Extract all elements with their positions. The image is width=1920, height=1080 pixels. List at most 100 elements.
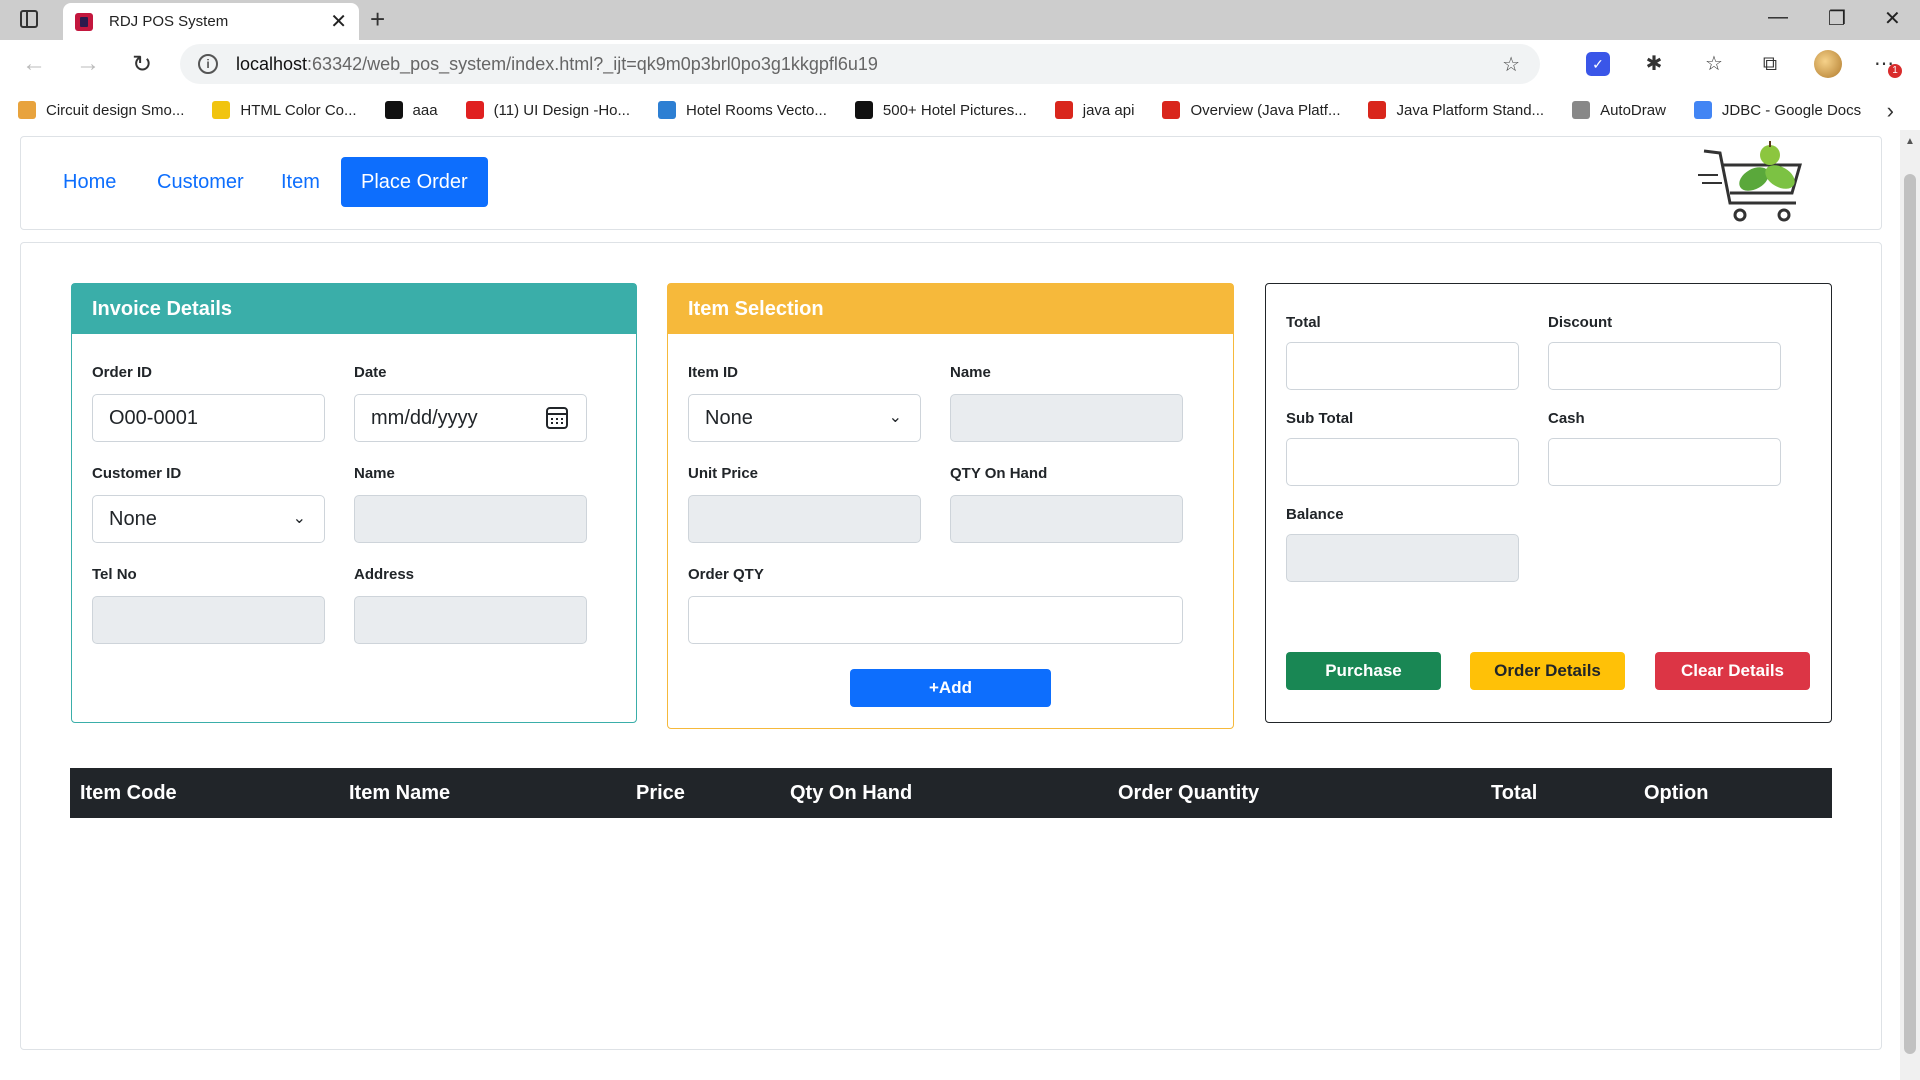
item-id-label: Item ID <box>688 364 739 381</box>
item-name-input <box>950 394 1183 442</box>
extensions-icon[interactable]: ✱ <box>1642 52 1666 76</box>
th-qty-on-hand: Qty On Hand <box>790 782 913 804</box>
bookmark-item[interactable]: Circuit design Smo... <box>18 101 184 119</box>
bookmark-favicon-icon <box>212 101 231 119</box>
item-id-select[interactable]: None ⌄ <box>688 394 921 442</box>
bookmark-item[interactable]: AutoDraw <box>1572 101 1666 119</box>
nav-item[interactable]: Item <box>261 157 340 207</box>
close-tab-icon[interactable]: ✕ <box>330 9 347 34</box>
bookmark-label: Overview (Java Platf... <box>1190 101 1341 119</box>
page-scrollbar[interactable]: ▲ <box>1900 130 1920 1080</box>
customer-name-label: Name <box>354 465 395 482</box>
browser-tab[interactable]: RDJ POS System ✕ <box>63 3 359 40</box>
sidebar-toggle-icon[interactable] <box>20 10 38 28</box>
url-path: :63342/web_pos_system/index.html?_ijt=qk… <box>307 53 878 74</box>
bookmark-item[interactable]: HTML Color Co... <box>212 101 357 119</box>
bookmark-item[interactable]: Java Platform Stand... <box>1368 101 1544 119</box>
bookmark-favicon-icon <box>1368 101 1387 119</box>
calendar-icon[interactable] <box>546 407 568 429</box>
cart-logo-icon <box>1698 141 1802 222</box>
discount-input[interactable] <box>1548 342 1781 390</box>
copilot-icon[interactable]: ✓ <box>1586 52 1610 76</box>
top-navbar: Home Customer Item Place Order <box>20 136 1882 230</box>
forward-icon[interactable]: → <box>76 50 100 78</box>
order-id-input[interactable]: O00-0001 <box>92 394 325 442</box>
restore-icon[interactable]: ❐ <box>1828 6 1846 31</box>
date-placeholder: mm/dd/yyyy <box>371 407 478 429</box>
profile-avatar[interactable] <box>1814 50 1842 78</box>
date-input[interactable]: mm/dd/yyyy <box>354 394 587 442</box>
total-label: Total <box>1286 314 1321 331</box>
bookmark-item[interactable]: Hotel Rooms Vecto... <box>658 101 827 119</box>
bookmark-favicon-icon <box>1162 101 1181 119</box>
add-item-button[interactable]: +Add <box>850 669 1051 707</box>
customer-name-input <box>354 495 587 543</box>
th-item-name: Item Name <box>349 782 451 804</box>
site-info-icon[interactable]: i <box>198 54 218 74</box>
clear-details-button[interactable]: Clear Details <box>1655 652 1810 690</box>
th-price: Price <box>636 782 685 804</box>
customer-id-value: None <box>109 508 157 530</box>
bookmark-favicon-icon <box>854 101 873 119</box>
address-input <box>354 596 587 644</box>
address-bar[interactable]: i localhost:63342/web_pos_system/index.h… <box>180 44 1540 84</box>
scroll-up-icon[interactable]: ▲ <box>1905 136 1915 147</box>
th-order-quantity: Order Quantity <box>1118 782 1260 804</box>
customer-id-label: Customer ID <box>92 465 182 482</box>
bookmark-favicon-icon <box>1054 101 1073 119</box>
invoice-card-title: Invoice Details <box>72 284 636 334</box>
address-label: Address <box>354 566 415 583</box>
unit-price-label: Unit Price <box>688 465 759 482</box>
sub-total-input[interactable] <box>1286 438 1519 486</box>
order-id-label: Order ID <box>92 364 153 381</box>
bookmark-label: aaa <box>412 101 438 119</box>
bookmark-item[interactable]: java api <box>1054 101 1134 119</box>
chevron-down-icon: ⌄ <box>888 409 902 426</box>
scrollbar-thumb[interactable] <box>1904 174 1916 1054</box>
window-close-icon[interactable]: ✕ <box>1884 6 1901 31</box>
cash-label: Cash <box>1548 410 1585 427</box>
bookmarks-more-icon[interactable]: › <box>1887 98 1894 124</box>
order-details-button[interactable]: Order Details <box>1470 652 1625 690</box>
tab-strip: RDJ POS System ✕ + — ❐ ✕ <box>0 0 1920 40</box>
page: Home Customer Item Place Order Invoice D… <box>0 130 1900 1080</box>
bookmark-label: Java Platform Stand... <box>1396 101 1545 119</box>
unit-price-input <box>688 495 921 543</box>
favorites-icon[interactable]: ☆ <box>1702 52 1726 76</box>
cash-input[interactable] <box>1548 438 1781 486</box>
purchase-button[interactable]: Purchase <box>1286 652 1441 690</box>
minimize-icon[interactable]: — <box>1768 6 1788 29</box>
back-icon[interactable]: ← <box>22 50 46 78</box>
nav-place-order[interactable]: Place Order <box>341 157 488 207</box>
discount-label: Discount <box>1548 314 1613 331</box>
item-id-value: None <box>705 407 753 429</box>
favorite-star-icon[interactable]: ☆ <box>1502 52 1520 77</box>
tel-label: Tel No <box>92 566 137 583</box>
qty-on-hand-input <box>950 495 1183 543</box>
nav-customer[interactable]: Customer <box>137 157 264 207</box>
nav-home[interactable]: Home <box>43 157 136 207</box>
customer-id-select[interactable]: None ⌄ <box>92 495 325 543</box>
total-input[interactable] <box>1286 342 1519 390</box>
bookmark-item[interactable]: 500+ Hotel Pictures... <box>854 101 1027 119</box>
th-total: Total <box>1491 782 1538 804</box>
item-selection-title: Item Selection <box>668 284 1233 334</box>
bookmark-favicon-icon <box>1693 101 1712 119</box>
balance-label: Balance <box>1286 506 1344 523</box>
bookmark-item[interactable]: JDBC - Google Docs <box>1693 101 1861 119</box>
collections-icon[interactable]: ⧉ <box>1758 52 1782 76</box>
browser-chrome: RDJ POS System ✕ + — ❐ ✕ ← → ↻ i localho… <box>0 0 1920 130</box>
tel-input <box>92 596 325 644</box>
invoice-card: Invoice Details Order ID O00-0001 Date m… <box>71 283 637 723</box>
bookmark-label: Hotel Rooms Vecto... <box>686 101 827 119</box>
chevron-down-icon: ⌄ <box>292 510 306 527</box>
order-qty-input[interactable] <box>688 596 1183 644</box>
item-name-label: Name <box>950 364 991 381</box>
reload-icon[interactable]: ↻ <box>132 50 152 79</box>
bookmark-item[interactable]: (11) UI Design -Ho... <box>465 101 630 119</box>
qty-on-hand-label: QTY On Hand <box>950 465 1048 482</box>
bookmark-item[interactable]: Overview (Java Platf... <box>1162 101 1340 119</box>
new-tab-icon[interactable]: + <box>370 4 385 35</box>
bookmarks-bar: Circuit design Smo... HTML Color Co... aaa… <box>0 90 1920 130</box>
bookmark-item[interactable]: aaa <box>384 101 438 119</box>
